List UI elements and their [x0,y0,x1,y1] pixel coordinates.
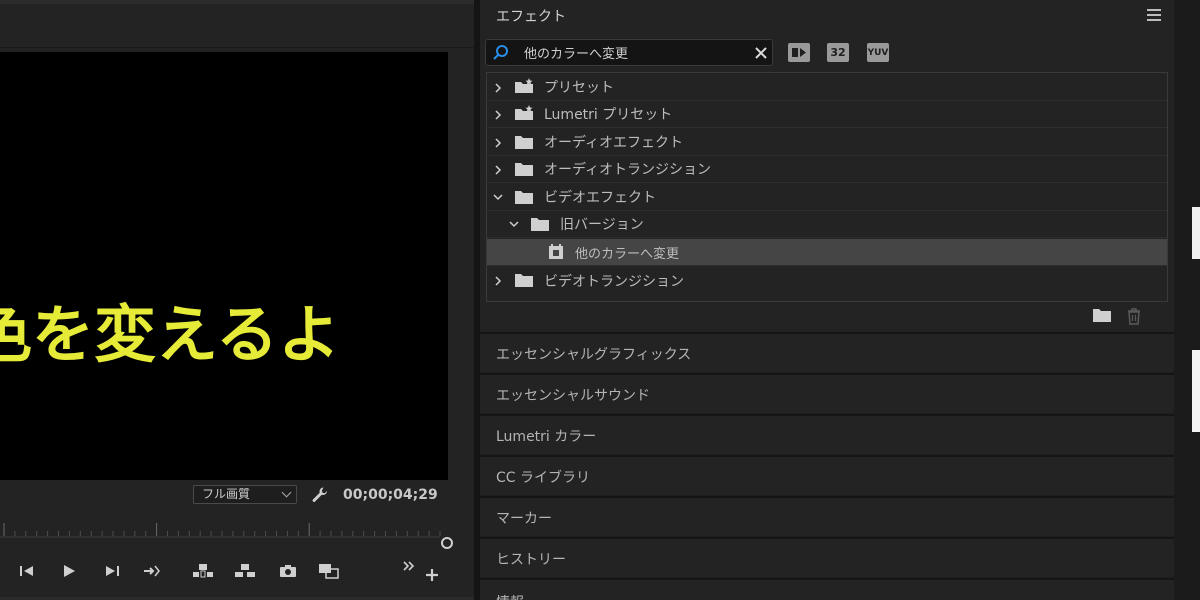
tree-item-change-to-color[interactable]: 他のカラーへ変更 [487,239,1167,266]
lift-icon[interactable] [192,561,214,581]
time-ruler[interactable] [0,519,454,549]
out-point-handle[interactable] [441,537,453,549]
video-preview[interactable]: 色を変えるよ [0,52,448,480]
chevron-right-icon[interactable] [493,83,503,93]
effect-icon [549,244,563,259]
preset-folder-icon [515,105,533,120]
folder-icon [531,218,549,231]
panel-essential-graphics[interactable]: エッセンシャルグラフィックス [480,332,1174,372]
tree-item-presets[interactable]: プリセット [487,74,1167,101]
monitor-header [0,4,474,48]
folder-icon [515,274,533,287]
32bit-color-filter-icon[interactable]: 32 [827,43,849,62]
play-icon[interactable] [58,561,80,581]
panel-title[interactable]: マーカー [496,508,552,528]
tree-item-label: 他のカラーへ変更 [575,246,680,262]
panel-title[interactable]: ヒストリー [496,549,566,569]
tree-item-video-effects[interactable]: ビデオエフェクト [487,184,1167,211]
tree-item-audio-transitions[interactable]: オーディオトランジション [487,156,1167,183]
folder-icon [515,191,533,204]
tree-item-label: オーディオトランジション [544,162,712,178]
effects-panel: エフェクト 32 YUV プリセット Lumetri プリセット [480,0,1174,332]
chevron-right-icon[interactable] [493,276,503,286]
panel-history[interactable]: ヒストリー [480,537,1174,577]
preset-folder-icon [515,78,533,93]
go-to-out-icon[interactable] [141,561,163,581]
panel-info[interactable]: 情報 [480,578,1174,600]
chevron-down-icon[interactable] [509,219,519,229]
chevron-right-icon[interactable] [493,110,503,120]
close-icon[interactable] [754,45,768,59]
tree-item-label: Lumetri プリセット [544,107,673,123]
panel-markers[interactable]: マーカー [480,496,1174,536]
camera-icon[interactable] [277,561,299,581]
step-back-icon[interactable] [16,561,38,581]
panel-title[interactable]: エッセンシャルサウンド [496,385,650,405]
tree-item-lumetri-presets[interactable]: Lumetri プリセット [487,101,1167,128]
more-controls-icon[interactable] [398,556,420,576]
chevron-right-icon[interactable] [493,165,503,175]
edge-highlight [1192,207,1200,259]
tree-item-label: プリセット [544,80,614,96]
panel-title[interactable]: CC ライブラリ [496,467,590,487]
extract-icon[interactable] [234,561,256,581]
playback-resolution-value: フル画質 [202,487,251,501]
tree-item-label: オーディオエフェクト [544,135,684,151]
comparison-view-icon[interactable] [318,561,340,581]
wrench-icon[interactable] [311,486,329,504]
program-monitor: 色を変えるよ フル画質 00;00;04;29 [0,0,474,600]
playhead-timecode[interactable]: 00;00;04;29 [343,487,438,503]
chevron-down-icon [281,487,292,498]
tree-item-label: ビデオエフェクト [544,190,656,206]
step-forward-icon[interactable] [101,561,123,581]
tree-item-label: 旧バージョン [560,217,644,233]
chevron-down-icon[interactable] [493,192,503,202]
playback-resolution-select[interactable]: フル画質 [193,485,297,504]
tree-item-obsolete[interactable]: 旧バージョン [487,211,1167,238]
tree-item-audio-effects[interactable]: オーディオエフェクト [487,129,1167,156]
effects-panel-title[interactable]: エフェクト [496,6,566,26]
panel-title[interactable]: エッセンシャルグラフィックス [496,344,691,364]
search-icon[interactable] [492,44,510,62]
trash-icon[interactable] [1126,307,1142,325]
video-caption-text: 色を変えるよ [0,298,341,371]
right-edge-strip [1174,0,1200,600]
panel-menu-icon[interactable] [1147,9,1161,21]
accelerated-effects-filter-icon[interactable] [788,43,810,62]
effects-search-input[interactable] [524,45,744,60]
chevron-right-icon[interactable] [493,138,503,148]
add-button-icon[interactable] [421,565,443,585]
edge-highlight [1192,350,1200,432]
folder-icon [515,136,533,149]
panel-cc-libraries[interactable]: CC ライブラリ [480,455,1174,495]
panel-title[interactable]: Lumetri カラー [496,426,596,446]
panel-essential-sound[interactable]: エッセンシャルサウンド [480,373,1174,413]
effects-tree: プリセット Lumetri プリセット オーディオエフェクト オーディオトランジ… [486,72,1168,302]
tree-item-label: ビデオトランジション [544,273,684,290]
yuv-effects-filter-icon[interactable]: YUV [867,43,889,62]
new-bin-icon[interactable] [1092,307,1112,323]
panel-lumetri-color[interactable]: Lumetri カラー [480,414,1174,454]
effects-search-box[interactable] [485,39,773,66]
folder-icon [515,163,533,176]
panel-title[interactable]: 情報 [496,592,524,600]
tree-item-video-transitions[interactable]: ビデオトランジション [487,267,1167,294]
